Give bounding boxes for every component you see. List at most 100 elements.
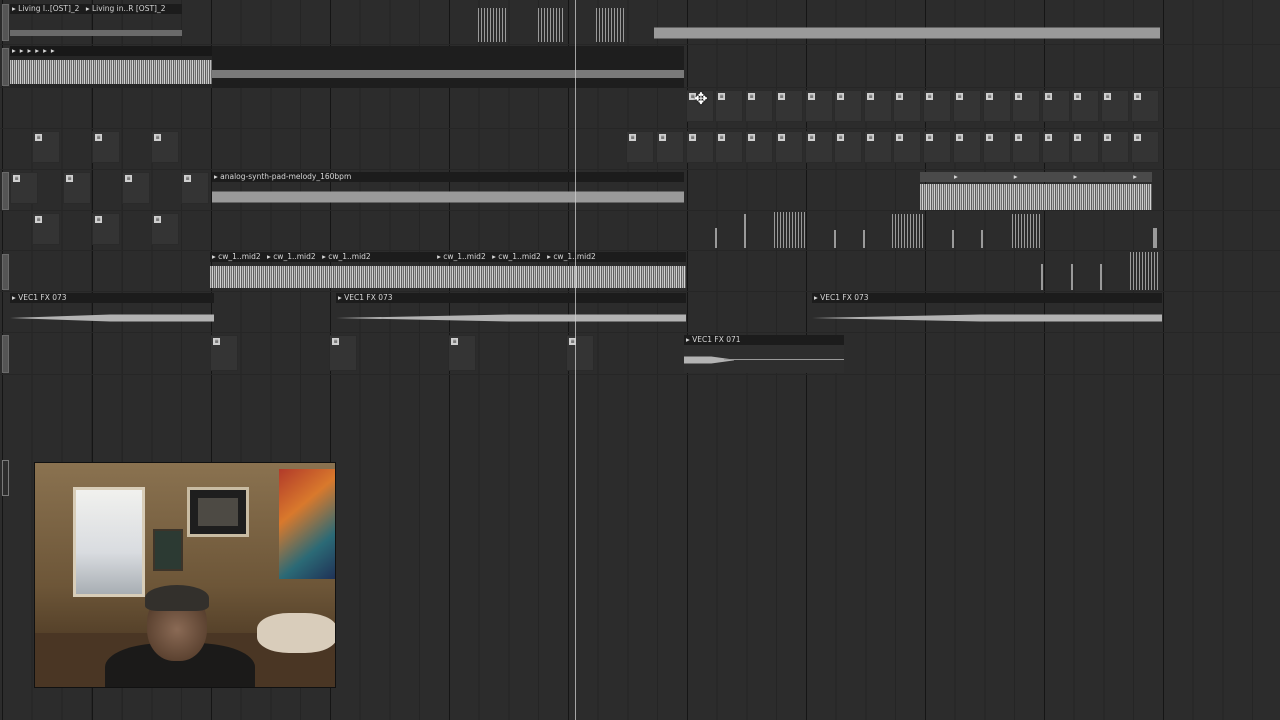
pattern-block[interactable]: ≡ <box>92 131 120 163</box>
pattern-icon: ≡ <box>95 134 102 141</box>
pattern-block[interactable]: ≡ <box>775 90 803 122</box>
pattern-block[interactable]: ≡ <box>1071 131 1099 163</box>
pattern-icon: ≡ <box>808 134 815 141</box>
pattern-block[interactable]: ≡ <box>805 131 833 163</box>
audio-clip-vec1-fx073[interactable]: ▸ VEC1 FX 073 <box>10 293 214 331</box>
clip-name: Living I..[OST]_2 <box>18 4 80 13</box>
clip-waveform <box>724 359 844 360</box>
pattern-block[interactable]: ≡ <box>864 90 892 122</box>
pattern-block[interactable]: ≡ <box>834 90 862 122</box>
pattern-block[interactable]: ≡ <box>864 131 892 163</box>
pattern-block[interactable]: ≡ <box>1101 131 1129 163</box>
pattern-block[interactable]: ≡ <box>983 131 1011 163</box>
pattern-icon: ≡ <box>956 93 963 100</box>
audio-clip-drums[interactable]: ▸ ▸ ▸ ▸ ▸ ▸ <box>10 46 212 88</box>
pattern-block[interactable]: ≡ <box>745 90 773 122</box>
clip-waveform <box>654 22 1160 44</box>
pattern-block[interactable]: ≡ <box>32 131 60 163</box>
track-row-9[interactable] <box>0 333 1280 375</box>
pattern-icon: ≡ <box>1045 134 1052 141</box>
webcam-picture-frame-inner <box>198 498 238 526</box>
audio-clip-vec1-fx071[interactable]: ▸ VEC1 FX 071 <box>684 335 844 373</box>
clip-waveform <box>10 310 214 326</box>
pattern-block[interactable]: ≡ <box>805 90 833 122</box>
pattern-block[interactable]: ≡ <box>715 131 743 163</box>
pattern-block[interactable]: ≡ <box>893 131 921 163</box>
audio-clip-long[interactable] <box>654 14 1160 44</box>
track-handle[interactable] <box>2 4 9 41</box>
pattern-block[interactable]: ≡ <box>566 335 594 371</box>
hit-marker <box>952 230 954 248</box>
pattern-block[interactable]: ≡ <box>329 335 357 371</box>
pattern-block[interactable]: ≡ <box>1131 131 1159 163</box>
pattern-block[interactable]: ≡ <box>1131 90 1159 122</box>
track-handle[interactable] <box>2 48 9 86</box>
track-handle[interactable] <box>2 172 9 210</box>
clip-name: cw_1..mid2 <box>328 252 371 261</box>
pattern-block[interactable]: ≡ <box>953 90 981 122</box>
pattern-icon: ≡ <box>13 175 20 182</box>
pattern-block[interactable]: ≡ <box>923 131 951 163</box>
pattern-icon: ≡ <box>154 134 161 141</box>
pattern-icon: ≡ <box>66 175 73 182</box>
pattern-block[interactable]: ≡ <box>656 131 684 163</box>
pattern-block[interactable]: ≡ <box>983 90 1011 122</box>
pattern-icon: ≡ <box>213 338 220 345</box>
clip-waveform <box>212 186 684 208</box>
pattern-block[interactable]: ≡ <box>1101 90 1129 122</box>
hit-marker <box>1041 264 1043 290</box>
clip-header: ▸ cw_1..mid2 ▸ cw_1..mid2 ▸ cw_1..mid2 ▸… <box>210 252 686 262</box>
pattern-icon: ≡ <box>184 175 191 182</box>
audio-clip-sustain[interactable] <box>212 46 684 88</box>
track-handle[interactable] <box>2 254 9 290</box>
clip-header: ▸ ▸ ▸ ▸ <box>920 172 1152 182</box>
pattern-block[interactable]: ≡ <box>92 213 120 245</box>
audio-clip-vocal[interactable]: ▸ ▸ ▸ ▸ <box>920 172 1152 212</box>
pattern-block[interactable]: ≡ <box>893 90 921 122</box>
hit-marker <box>863 230 865 248</box>
webcam-person-hat <box>145 585 209 611</box>
pattern-icon: ≡ <box>837 93 844 100</box>
pattern-block[interactable]: ≡ <box>10 172 38 204</box>
hit-marker <box>981 230 983 248</box>
pattern-block[interactable]: ≡ <box>923 90 951 122</box>
clip-waveform <box>10 60 212 84</box>
pattern-block[interactable]: ≡ <box>686 131 714 163</box>
pattern-block[interactable]: ≡ <box>834 131 862 163</box>
pattern-block[interactable]: ≡ <box>151 131 179 163</box>
pattern-block[interactable]: ≡ <box>715 90 743 122</box>
pattern-block[interactable]: ≡ <box>1042 131 1070 163</box>
track-handle[interactable] <box>2 335 9 373</box>
clip-header: ▸ VEC1 FX 071 <box>684 335 844 345</box>
pattern-block[interactable]: ≡ <box>32 213 60 245</box>
track-row-6[interactable] <box>0 211 1280 251</box>
pattern-icon: ≡ <box>1134 93 1141 100</box>
audio-clip-cw-mid[interactable]: ▸ cw_1..mid2 ▸ cw_1..mid2 ▸ cw_1..mid2 ▸… <box>210 252 686 290</box>
hit-marker <box>1071 264 1073 290</box>
pattern-block[interactable]: ≡ <box>181 172 209 204</box>
pattern-block[interactable]: ≡ <box>1042 90 1070 122</box>
pattern-icon: ≡ <box>1074 93 1081 100</box>
track-scroll-marker[interactable] <box>2 460 9 496</box>
pattern-block[interactable]: ≡ <box>745 131 773 163</box>
pattern-icon: ≡ <box>867 93 874 100</box>
pattern-block[interactable]: ≡ <box>448 335 476 371</box>
pattern-block[interactable]: ≡ <box>953 131 981 163</box>
clip-waveform <box>920 184 1152 210</box>
pattern-block[interactable]: ≡ <box>626 131 654 163</box>
pattern-block[interactable]: ≡ <box>151 213 179 245</box>
pattern-block[interactable]: ≡ <box>1071 90 1099 122</box>
clip-header: ▸ VEC1 FX 073 <box>812 293 1162 303</box>
pattern-block[interactable]: ≡ <box>210 335 238 371</box>
audio-clip-vec1-fx073[interactable]: ▸ VEC1 FX 073 <box>336 293 686 331</box>
pattern-block[interactable]: ≡ <box>1012 131 1040 163</box>
playhead-line[interactable] <box>575 0 576 720</box>
audio-clip-analog-synth[interactable]: ▸ analog-synth-pad-melody_160bpm <box>212 172 684 210</box>
pattern-icon: ≡ <box>1015 134 1022 141</box>
pattern-block[interactable]: ≡ <box>122 172 150 204</box>
pattern-block[interactable]: ≡ <box>775 131 803 163</box>
audio-clip-living[interactable]: ▸ Living I..[OST]_2 ▸ Living in..R [OST]… <box>10 4 182 42</box>
pattern-block[interactable]: ≡ <box>63 172 91 204</box>
pattern-block[interactable]: ≡ <box>1012 90 1040 122</box>
audio-clip-vec1-fx073[interactable]: ▸ VEC1 FX 073 <box>812 293 1162 331</box>
